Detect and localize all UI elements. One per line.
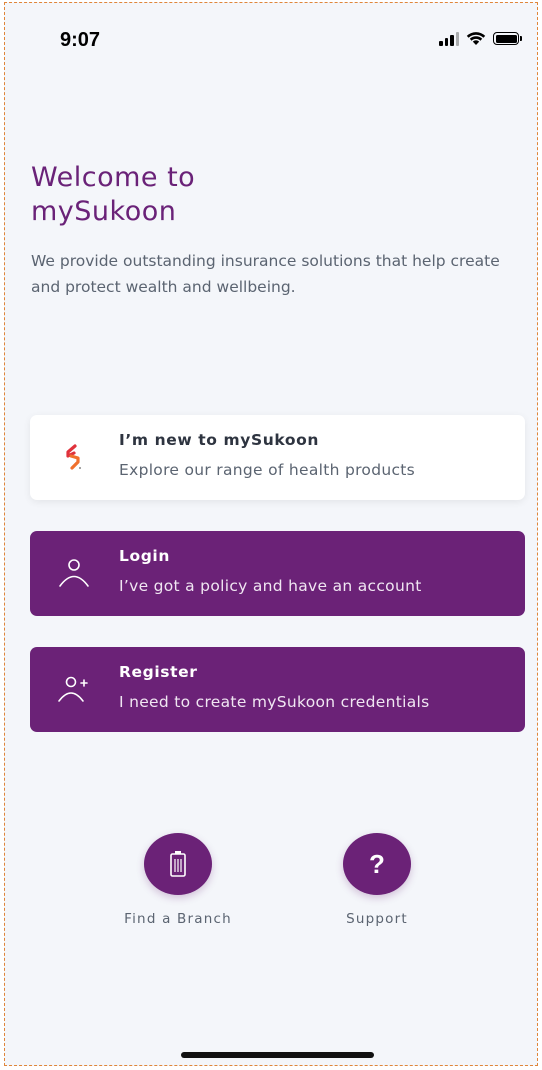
add-user-icon	[58, 676, 88, 702]
register-description: I need to create mySukoon credentials	[119, 693, 430, 711]
login-button[interactable]: Login I’ve got a policy and have an acco…	[30, 531, 525, 616]
support-button[interactable]: ? Support	[302, 833, 452, 927]
battery-icon	[493, 32, 522, 45]
building-icon	[170, 851, 186, 877]
status-time: 9:07	[60, 29, 101, 51]
register-title: Register	[119, 663, 198, 681]
welcome-screen: 9:07 Welcome to mySukoon We provide outs…	[4, 2, 538, 1066]
status-icons	[439, 31, 522, 46]
support-circle[interactable]: ?	[343, 833, 411, 895]
title-line-1: Welcome to	[31, 162, 196, 193]
new-user-description: Explore our range of health products	[119, 461, 416, 479]
login-description: I’ve got a policy and have an account	[119, 577, 422, 595]
support-label: Support	[346, 911, 408, 927]
sukoon-logo-icon	[66, 444, 81, 470]
title-line-2: mySukoon	[31, 196, 177, 227]
find-branch-button[interactable]: Find a Branch	[103, 833, 253, 927]
login-title: Login	[119, 547, 170, 565]
page-subtitle: We provide outstanding insurance solutio…	[31, 252, 500, 296]
wifi-icon	[466, 32, 486, 45]
register-button[interactable]: Register I need to create mySukoon crede…	[30, 647, 525, 732]
find-branch-circle[interactable]	[144, 833, 212, 895]
user-icon	[59, 559, 89, 587]
status-bar: 9:07	[5, 3, 537, 63]
find-branch-label: Find a Branch	[124, 911, 232, 927]
new-to-mysukoon-button[interactable]: I’m new to mySukoon Explore our range of…	[30, 415, 525, 500]
home-indicator	[181, 1052, 374, 1058]
question-icon: ?	[369, 848, 385, 879]
cellular-signal-icon	[439, 31, 459, 46]
page-title: Welcome to mySukoon	[31, 161, 195, 229]
new-user-title: I’m new to mySukoon	[119, 431, 319, 449]
